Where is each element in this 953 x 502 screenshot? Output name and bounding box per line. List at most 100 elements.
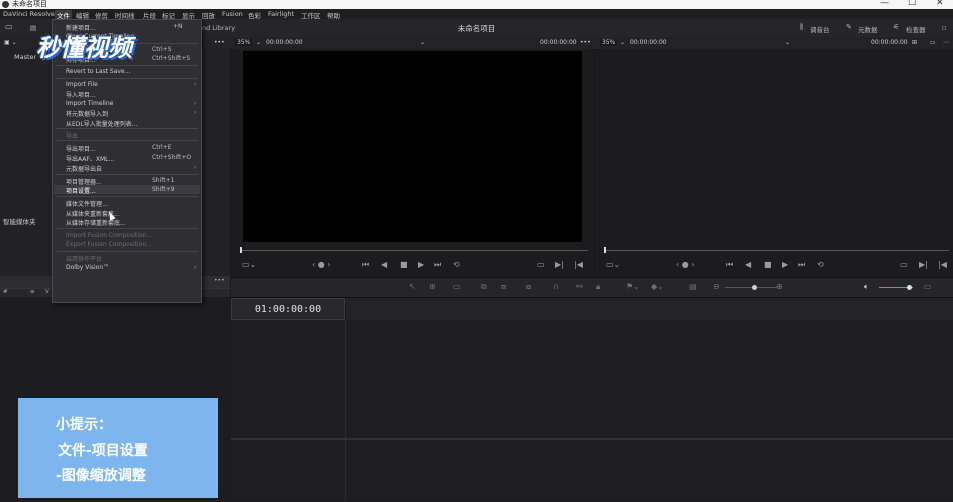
menu-item-import-timeline[interactable]: Import Timeline [66,100,113,107]
stop-icon[interactable]: ■ [764,260,772,269]
loop-icon[interactable]: ⟲ [453,260,460,269]
more-options-icon[interactable]: ••• [214,277,225,284]
link-icon[interactable]: ⚯ [576,282,583,291]
submenu-arrow-icon: › [194,109,197,116]
flag-icon[interactable]: ⚑⌄ [626,282,640,291]
menu-fusion[interactable]: Fusion [222,10,243,18]
go-to-start-icon[interactable]: ⏮ [362,260,369,270]
match-frame-icon[interactable]: ▭ [900,260,908,269]
source-zoom[interactable]: 35% [235,39,253,46]
zoom-out-icon[interactable]: ⊖ [713,282,720,291]
chevron-down-icon[interactable]: ⌄ [620,39,625,46]
menu-item-media-management[interactable]: 媒体文件管理... [66,199,108,208]
menu-item-revert[interactable]: Revert to Last Save... [66,68,130,75]
source-scrub-bar[interactable] [240,250,588,251]
lock-icon[interactable]: 🔒︎ [596,282,600,292]
more-options-icon[interactable]: ••• [214,39,225,46]
menu-shortcut: +N [173,23,183,30]
maximize-button[interactable]: ☐ [908,0,916,8]
play-icon[interactable]: ▶ [782,260,788,269]
marker-icon[interactable]: ◆⌄ [651,282,664,291]
metadata-button[interactable]: 元数据 [858,24,878,34]
go-to-end-icon[interactable]: ⏭ [798,260,805,270]
chevron-down-icon[interactable]: ⌄ [256,39,261,46]
menu-item-import-project[interactable]: 导入项目... [66,90,96,99]
play-reverse-icon[interactable]: ◀ [745,260,751,269]
column-icon[interactable]: ≡ [30,289,35,295]
master-bin[interactable]: Master [14,53,36,61]
menu-item-import-file[interactable]: Import File [66,81,98,88]
window-title: 未命名项目 [12,0,47,8]
dim-icon[interactable]: ▭ [924,282,932,291]
timeline-timecode: 01:00:00:00 [254,304,322,315]
chevron-down-icon[interactable]: ⌄ [785,39,790,46]
inspector-icon: ⚟ [893,23,900,31]
match-frame-icon[interactable]: ▭ [537,260,545,269]
program-viewer[interactable] [596,49,953,277]
menu-davinci-resolve[interactable]: DaVinci Resolve [3,10,55,18]
prev-frame-icon[interactable]: |◀ [574,260,583,269]
viewer-mode-icon[interactable]: ▭⌄ [242,260,256,269]
trim-tool-icon[interactable]: ⊕ [429,282,436,291]
source-viewer-screen[interactable] [243,51,582,242]
minimize-button[interactable]: — [880,0,889,8]
program-zoom[interactable]: 35% [600,39,618,46]
timeline-ruler[interactable] [346,298,953,320]
stop-icon[interactable]: ■ [400,260,408,269]
menu-item-import-edl[interactable]: 从EDL导入批量处理列表... [66,119,137,128]
play-reverse-icon[interactable]: ◀ [381,260,387,269]
go-to-end-icon[interactable]: ⏭ [434,260,441,270]
mixer-button[interactable]: 调音台 [810,24,830,34]
loop-icon[interactable]: ⟲ [817,260,824,269]
next-frame-icon[interactable]: ▶| [919,260,928,269]
grid-icon[interactable]: ⊞ [912,39,917,46]
go-to-start-icon[interactable]: ⏮ [726,260,733,270]
jog-icon[interactable]: ‹ ● › [312,260,330,269]
panel-toggle-icon[interactable]: ▫ [942,24,946,32]
more-options-icon[interactable]: ••• [580,39,591,46]
insert-icon[interactable]: ⧉ [481,282,487,292]
play-icon[interactable]: ▶ [418,260,424,269]
submenu-arrow-icon: › [194,100,197,107]
menu-item-export-project[interactable]: 导出项目... [66,144,96,153]
blade-tool-icon[interactable]: ▭ [453,282,461,291]
speaker-icon[interactable]: 🔈︎ [864,282,869,292]
more-options-icon[interactable]: ⋯ [943,39,949,46]
replace-icon[interactable]: ⧇ [526,282,531,292]
layout-icon[interactable]: ▣ ⌄ [4,39,17,46]
menu-item-relink-from-storage[interactable]: 从媒体存储重新套底... [66,218,126,227]
menu-item-export-metadata[interactable]: 元数据导出自 [66,164,102,173]
column-number-icon[interactable]: # [3,289,8,295]
menu-separator [56,251,198,252]
jog-icon[interactable]: ‹ ● › [676,260,694,269]
viewer-mode-icon[interactable]: ▭⌄ [606,260,620,269]
close-button[interactable]: ✕ [936,0,944,8]
monitor-icon[interactable]: ▭ [930,39,936,46]
overwrite-icon[interactable]: ⧈ [501,282,506,292]
source-playhead[interactable] [240,247,242,253]
zoom-in-icon[interactable]: ⊕ [776,282,783,291]
menu-item-project-settings[interactable]: 项目设置... [66,186,96,195]
menu-item-dolby-vision[interactable]: Dolby Vision™ [66,264,109,271]
menu-shortcut: Ctrl+Shift+S [152,55,191,62]
chevron-down-icon[interactable]: ⌄ [420,39,425,46]
zoom-slider-track[interactable] [725,287,777,288]
smart-bins-label[interactable]: 智能媒体夹 [3,216,36,226]
menu-fairlight[interactable]: Fairlight [268,10,294,18]
video-audio-split[interactable] [231,438,953,440]
prev-frame-icon[interactable]: |◀ [938,260,947,269]
timeline-timecode-box[interactable]: 01:00:00:00 [231,298,345,320]
snap-icon[interactable]: ∩ [553,282,559,291]
program-scrub-bar[interactable] [604,250,949,251]
program-playhead[interactable] [604,247,606,253]
volume-slider-handle[interactable] [907,285,912,290]
menu-item-export-aaf-xml[interactable]: 导出AAF、XML... [66,154,114,163]
timeline-view-icon[interactable]: ▤ [689,282,697,291]
zoom-slider-handle[interactable] [752,285,757,290]
menu-item-import-metadata[interactable]: 将元数据导入到 [66,109,108,118]
next-frame-icon[interactable]: ▶| [555,260,564,269]
column-v-icon[interactable]: V [45,289,49,295]
inspector-button[interactable]: 检查器 [906,24,926,34]
selection-tool-icon[interactable]: ↖ [409,282,416,291]
timeline-tracks[interactable] [231,320,953,501]
